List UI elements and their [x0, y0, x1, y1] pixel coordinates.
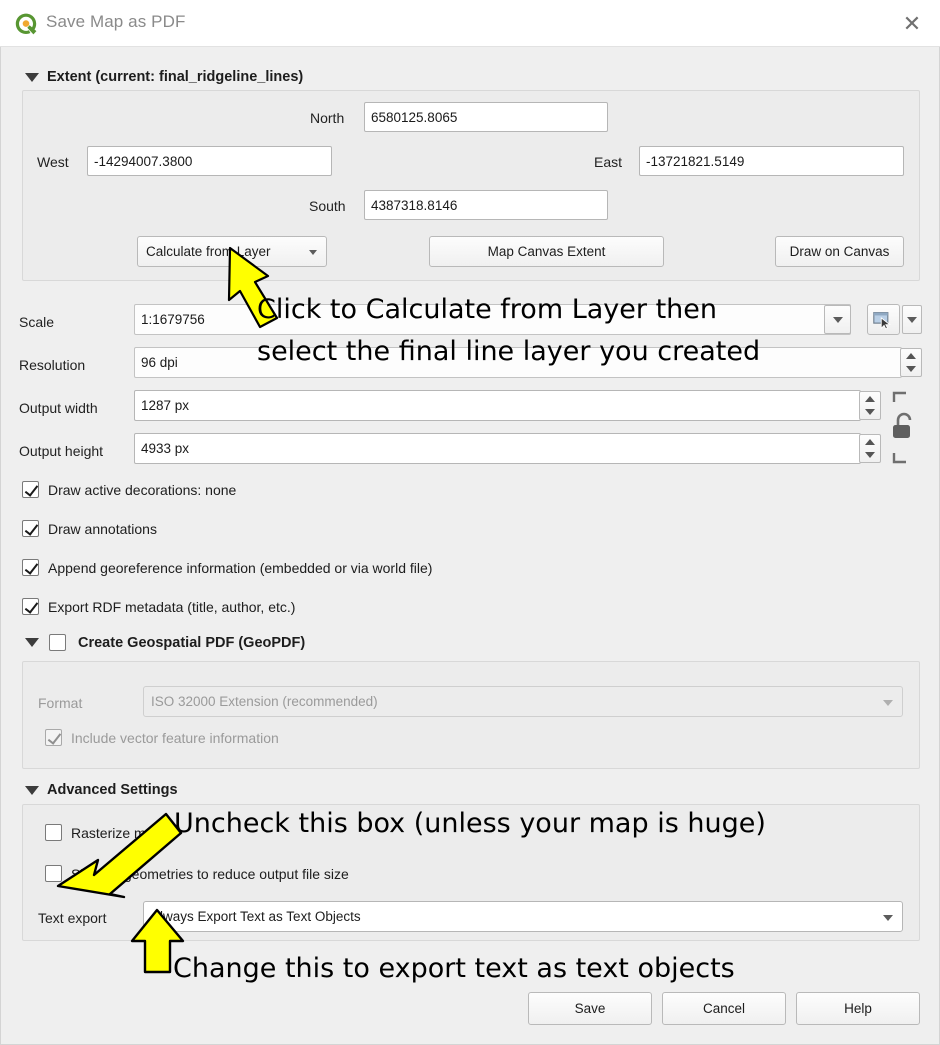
window-title: Save Map as PDF: [46, 12, 186, 31]
north-input[interactable]: 6580125.8065: [364, 102, 608, 132]
stepper-down-icon: [865, 409, 875, 416]
checkbox-icon: [45, 824, 62, 841]
east-label: East: [594, 154, 623, 170]
output-width-stepper[interactable]: [859, 391, 881, 420]
map-canvas-extent-button[interactable]: Map Canvas Extent: [429, 236, 664, 267]
extent-group-label: Extent (current: final_ridgeline_lines): [47, 69, 304, 85]
checkbox-icon: [22, 598, 39, 615]
checkbox-label: Export RDF metadata (title, author, etc.…: [48, 598, 296, 615]
help-button-label: Help: [844, 1001, 872, 1016]
checkbox-icon: [45, 729, 62, 746]
calculate-from-layer-label: Calculate from Layer: [146, 244, 271, 259]
advanced-settings-groupbox: Rasterize map Simplify geometries to red…: [22, 804, 920, 941]
aspect-ratio-unlocked-icon: [892, 391, 912, 464]
save-button-label: Save: [574, 1001, 606, 1016]
checkbox-label: Rasterize map: [71, 824, 162, 841]
text-export-combo[interactable]: Always Export Text as Text Objects: [143, 901, 903, 932]
scale-input[interactable]: 1:1679756: [134, 304, 851, 335]
west-label: West: [37, 154, 69, 170]
resolution-stepper[interactable]: [900, 348, 922, 377]
geopdf-group-checkbox-icon[interactable]: [49, 634, 66, 651]
help-button[interactable]: Help: [796, 992, 920, 1025]
geopdf-groupbox: Format ISO 32000 Extension (recommended)…: [22, 661, 920, 769]
advanced-settings-group-header[interactable]: Advanced Settings: [25, 782, 178, 798]
east-input[interactable]: -13721821.5149: [639, 146, 904, 176]
checkbox-simplify-geometries[interactable]: Simplify geometries to reduce output fil…: [45, 865, 349, 882]
cancel-button[interactable]: Cancel: [662, 992, 786, 1025]
checkbox-icon: [22, 559, 39, 576]
resolution-input[interactable]: 96 dpi: [134, 347, 902, 378]
checkbox-rasterize-map[interactable]: Rasterize map: [45, 824, 161, 841]
save-button[interactable]: Save: [528, 992, 652, 1025]
stepper-down-icon: [865, 452, 875, 459]
chevron-down-icon: [883, 914, 893, 921]
checkbox-label: Include vector feature information: [71, 729, 279, 746]
stepper-down-icon: [906, 366, 916, 373]
checkbox-label: Draw active decorations: none: [48, 481, 237, 498]
format-label: Format: [38, 695, 83, 711]
chevron-down-icon: [832, 316, 843, 323]
title-bar: Save Map as PDF ✕: [0, 0, 940, 47]
set-to-canvas-scale-button[interactable]: [867, 304, 900, 335]
chevron-down-icon: [25, 638, 39, 647]
scale-canvas-dropdown-button[interactable]: [902, 305, 922, 334]
checkbox-append-georeference-information[interactable]: Append georeference information (embedde…: [22, 559, 432, 576]
output-height-label: Output height: [19, 443, 104, 459]
geopdf-group-header[interactable]: Create Geospatial PDF (GeoPDF): [25, 634, 305, 651]
checkbox-draw-active-decorations[interactable]: Draw active decorations: none: [22, 481, 236, 498]
checkbox-label: Append georeference information (embedde…: [48, 559, 433, 576]
calculate-from-layer-button[interactable]: Calculate from Layer: [137, 236, 327, 267]
advanced-settings-label: Advanced Settings: [47, 782, 178, 798]
text-export-label: Text export: [38, 910, 107, 926]
qgis-logo-icon: [15, 13, 37, 35]
output-width-label: Output width: [19, 400, 98, 416]
checkbox-label: Simplify geometries to reduce output fil…: [71, 865, 349, 882]
west-input[interactable]: -14294007.3800: [87, 146, 332, 176]
checkbox-export-rdf-metadata[interactable]: Export RDF metadata (title, author, etc.…: [22, 598, 295, 615]
chevron-down-icon: [309, 249, 317, 255]
chevron-down-icon: [883, 699, 893, 706]
extent-group-header[interactable]: Extent (current: final_ridgeline_lines): [25, 69, 303, 85]
set-to-canvas-scale-icon: [873, 312, 891, 330]
checkbox-icon: [22, 481, 39, 498]
resolution-label: Resolution: [19, 357, 86, 373]
chevron-down-icon: [907, 316, 917, 323]
checkbox-draw-annotations[interactable]: Draw annotations: [22, 520, 157, 537]
geopdf-format-combo[interactable]: ISO 32000 Extension (recommended): [143, 686, 903, 717]
geopdf-format-value: ISO 32000 Extension (recommended): [151, 694, 378, 709]
qgis-save-map-as-pdf-dialog: Save Map as PDF ✕ Extent (current: final…: [0, 0, 940, 1045]
output-width-input[interactable]: 1287 px: [134, 390, 861, 421]
checkbox-icon: [45, 865, 62, 882]
output-height-stepper[interactable]: [859, 434, 881, 463]
stepper-up-icon: [906, 352, 916, 359]
extent-groupbox: North 6580125.8065 West -14294007.3800 E…: [22, 90, 920, 281]
checkbox-icon: [22, 520, 39, 537]
scale-dropdown-button[interactable]: [824, 305, 851, 334]
stepper-up-icon: [865, 395, 875, 402]
text-export-value: Always Export Text as Text Objects: [151, 909, 361, 924]
output-height-input[interactable]: 4933 px: [134, 433, 861, 464]
north-label: North: [310, 110, 345, 126]
scale-label: Scale: [19, 314, 55, 330]
aspect-ratio-lock-button[interactable]: [889, 390, 919, 465]
south-input[interactable]: 4387318.8146: [364, 190, 608, 220]
chevron-down-icon: [25, 72, 39, 82]
stepper-up-icon: [865, 438, 875, 445]
draw-on-canvas-button[interactable]: Draw on Canvas: [775, 236, 904, 267]
south-label: South: [309, 198, 346, 214]
checkbox-include-vector-feature-information[interactable]: Include vector feature information: [45, 729, 279, 746]
checkbox-label: Draw annotations: [48, 520, 157, 537]
geopdf-group-label: Create Geospatial PDF (GeoPDF): [78, 634, 306, 651]
chevron-down-icon: [25, 785, 39, 795]
close-icon[interactable]: ✕: [892, 6, 932, 42]
dialog-content: Extent (current: final_ridgeline_lines) …: [0, 47, 940, 1045]
cancel-button-label: Cancel: [702, 1001, 746, 1016]
map-canvas-extent-label: Map Canvas Extent: [487, 244, 606, 259]
draw-on-canvas-label: Draw on Canvas: [789, 244, 890, 259]
